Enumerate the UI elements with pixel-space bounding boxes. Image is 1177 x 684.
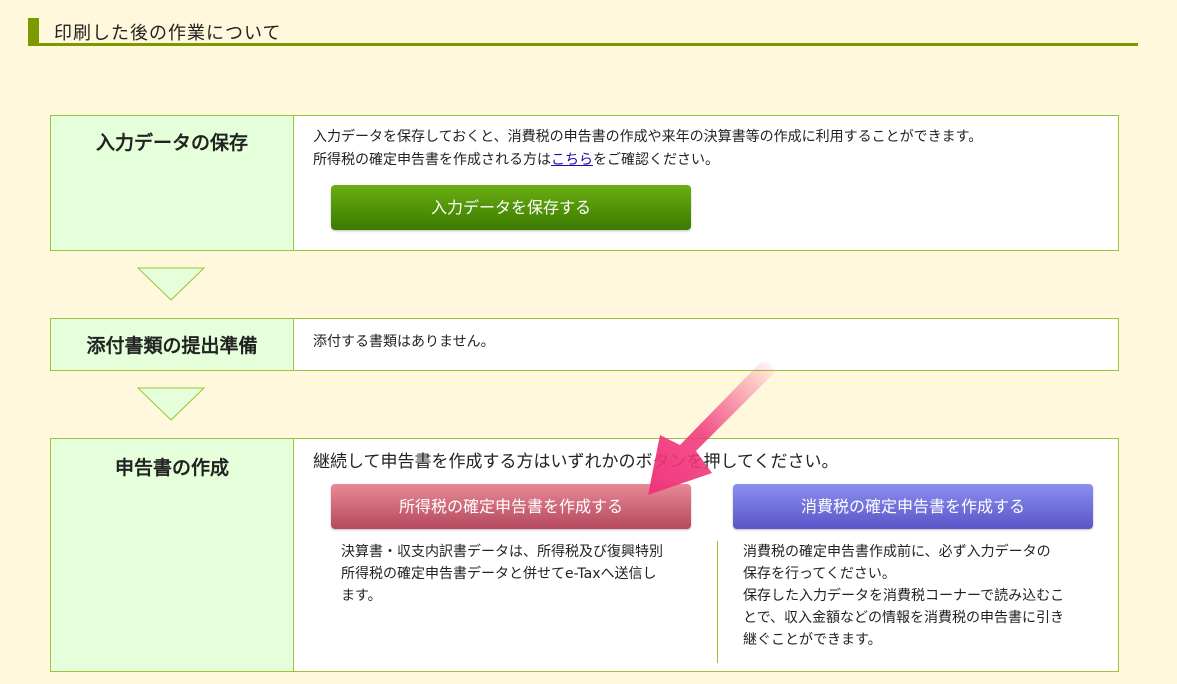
create-intro: 継続して申告書を作成する方はいずれかのボタンを押してください。 [313, 452, 839, 472]
consumption-desc-line: 保存した入力データを消費税コーナーで読み込むこ [743, 588, 1065, 604]
step-save-label: 入力データの保存 [51, 116, 294, 250]
column-divider [717, 541, 718, 663]
income-desc-line: ます。 [341, 588, 382, 604]
page-title: 印刷した後の作業について [54, 23, 282, 44]
step-attach-content: 添付する書類はありません。 [313, 319, 1108, 370]
income-description: 決算書・収支内訳書データは、所得税及び復興特別 所得税の確定申告書データと併せて… [341, 541, 663, 607]
here-link[interactable]: こちら [551, 152, 593, 168]
save-note-pre: 所得税の確定申告書を作成される方は [313, 152, 551, 168]
consumption-desc-line: 消費税の確定申告書作成前に、必ず入力データの [743, 544, 1051, 560]
step-create-content: 継続して申告書を作成する方はいずれかのボタンを押してください。 所得税の確定申告… [313, 439, 1108, 671]
consumption-desc-line: 継ぐことができます。 [743, 632, 882, 648]
down-triangle-icon [137, 267, 205, 301]
consumption-desc-line: 保存を行ってください。 [743, 566, 896, 582]
consumption-desc-line: とで、収入金額などの情報を消費税の申告書に引き [743, 610, 1065, 626]
create-consumption-tax-button[interactable]: 消費税の確定申告書を作成する [733, 484, 1093, 529]
step-create-return: 申告書の作成 継続して申告書を作成する方はいずれかのボタンを押してください。 所… [50, 438, 1119, 672]
step-save-content: 入力データを保存しておくと、消費税の申告書の作成や来年の決算書等の作成に利用する… [313, 116, 1108, 250]
header-accent-bar [28, 18, 39, 43]
income-desc-line: 所得税の確定申告書データと併せてe-Taxへ送信し [341, 566, 657, 582]
save-note-post: をご確認ください。 [593, 152, 719, 168]
step-create-label: 申告書の作成 [51, 439, 294, 671]
step-save-data: 入力データの保存 入力データを保存しておくと、消費税の申告書の作成や来年の決算書… [50, 115, 1119, 251]
consumption-description: 消費税の確定申告書作成前に、必ず入力データの 保存を行ってください。 保存した入… [743, 541, 1064, 651]
income-desc-line: 決算書・収支内訳書データは、所得税及び復興特別 [341, 544, 663, 560]
step-attach-label: 添付書類の提出準備 [51, 319, 294, 370]
step-attachments: 添付書類の提出準備 添付する書類はありません。 [50, 318, 1119, 371]
attach-text: 添付する書類はありません。 [313, 334, 495, 350]
save-note: 所得税の確定申告書を作成される方はこちらをご確認ください。 [313, 149, 719, 171]
save-data-button[interactable]: 入力データを保存する [331, 185, 691, 230]
save-description: 入力データを保存しておくと、消費税の申告書の作成や来年の決算書等の作成に利用する… [313, 129, 983, 145]
section-header: 印刷した後の作業について [28, 16, 1138, 46]
create-income-tax-button[interactable]: 所得税の確定申告書を作成する [331, 484, 691, 529]
down-triangle-icon [137, 387, 205, 421]
